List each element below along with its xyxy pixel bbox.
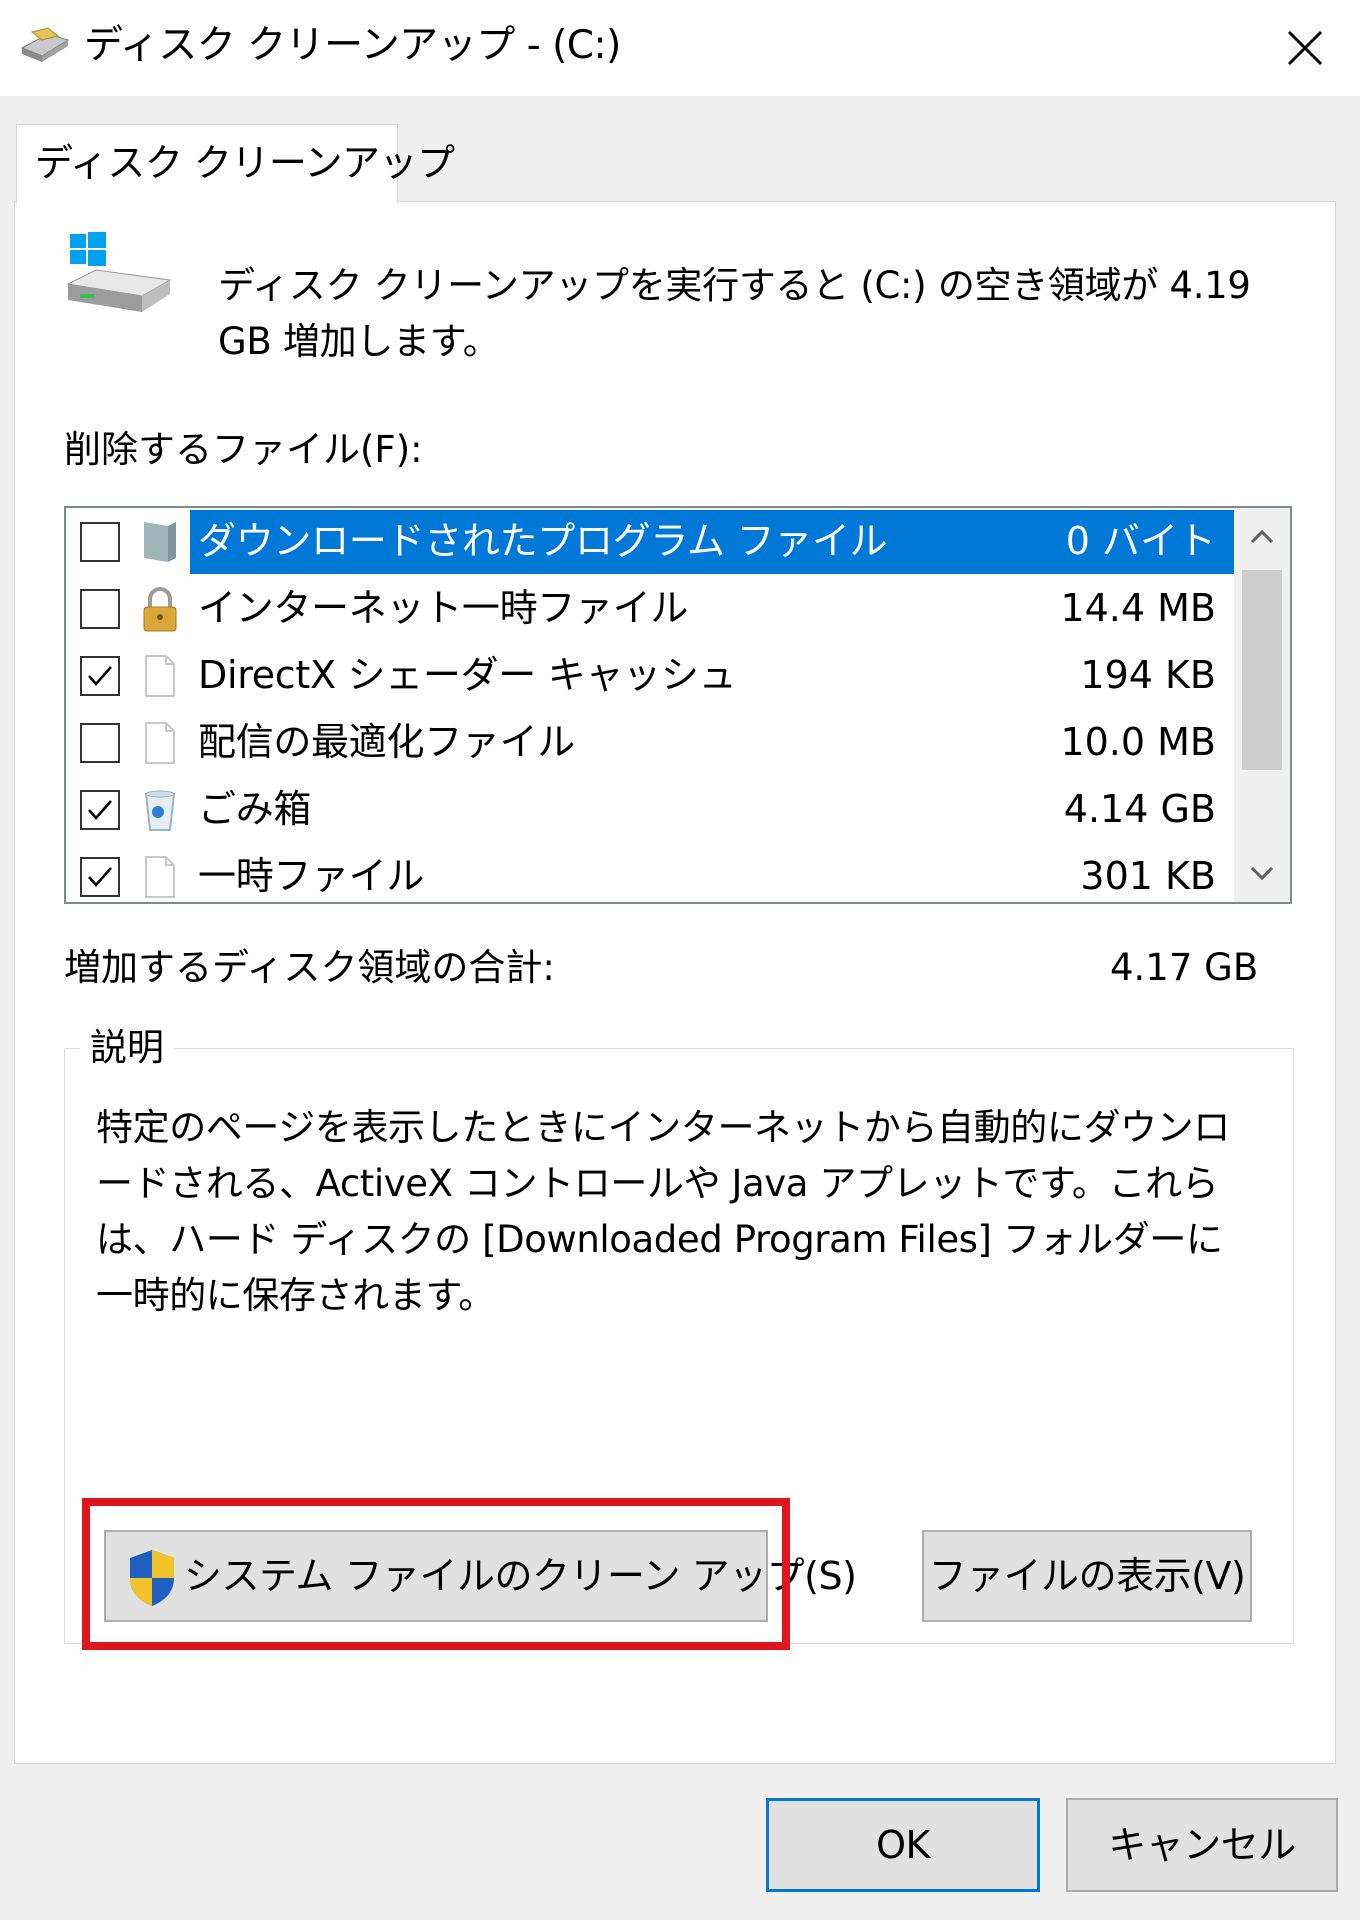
file-icon [145, 722, 175, 764]
lock-icon [143, 587, 177, 632]
checkbox[interactable] [80, 857, 120, 897]
cancel-button[interactable]: キャンセル [1066, 1798, 1338, 1892]
list-item-name: 一時ファイル [198, 854, 425, 898]
checkbox[interactable] [80, 522, 120, 562]
list-item[interactable]: ごみ箱 4.14 GB [66, 776, 1236, 843]
list-item-name: ごみ箱 [198, 787, 312, 831]
checkbox[interactable] [80, 656, 120, 696]
folder-icon [144, 522, 176, 562]
total-space-value: 4.17 GB [1110, 946, 1259, 989]
checkbox[interactable] [80, 723, 120, 763]
title-bar: ディスク クリーンアップ - (C:) [0, 0, 1360, 96]
list-item-size: 301 KB [1080, 854, 1216, 898]
vertical-scrollbar[interactable] [1234, 508, 1290, 902]
chevron-down-icon [1250, 866, 1274, 881]
list-item-name: インターネット一時ファイル [198, 586, 689, 630]
recycle-bin-icon [144, 790, 176, 831]
scroll-down-button[interactable] [1234, 846, 1290, 902]
files-to-delete-label: 削除するファイル(F): [64, 428, 423, 471]
disk-cleanup-icon [20, 27, 70, 62]
total-space-label: 増加するディスク領域の合計: [64, 946, 555, 989]
window-title: ディスク クリーンアップ - (C:) [84, 23, 621, 68]
description-title: 説明 [80, 1022, 174, 1074]
list-item-size: 4.14 GB [1063, 787, 1216, 831]
list-item-size: 0 バイト [1065, 519, 1216, 563]
files-listbox[interactable]: ダウンロードされたプログラム ファイル 0 バイト インターネット一時ファイル … [64, 506, 1292, 904]
checkmark-icon [88, 800, 112, 820]
drive-icon [66, 232, 172, 312]
description-text: 特定のページを表示したときにインターネットから自動的にダウンロードされる、Act… [96, 1106, 1230, 1317]
list-item-name: ダウンロードされたプログラム ファイル [198, 519, 888, 563]
list-item-size: 194 KB [1080, 653, 1216, 697]
scroll-thumb[interactable] [1242, 570, 1282, 770]
chevron-up-icon [1250, 529, 1274, 544]
close-button[interactable] [1250, 0, 1360, 96]
checkbox[interactable] [80, 790, 120, 830]
list-item[interactable]: ダウンロードされたプログラム ファイル 0 バイト [66, 508, 1236, 575]
list-item-name: DirectX シェーダー キャッシュ [198, 653, 737, 697]
checkmark-icon [88, 666, 112, 686]
list-item-size: 10.0 MB [1060, 720, 1216, 764]
ok-button[interactable]: OK [766, 1798, 1040, 1892]
scroll-up-button[interactable] [1234, 508, 1290, 564]
file-icon [145, 655, 175, 697]
list-item[interactable]: DirectX シェーダー キャッシュ 194 KB [66, 642, 1236, 709]
close-icon [1287, 30, 1323, 66]
file-icon [145, 856, 175, 898]
annotation-highlight-box [82, 1498, 790, 1650]
list-item[interactable]: インターネット一時ファイル 14.4 MB [66, 575, 1236, 642]
tab-disk-cleanup[interactable]: ディスク クリーンアップ [16, 124, 455, 203]
checkmark-icon [88, 867, 112, 887]
tab-label: ディスク クリーンアップ [35, 141, 455, 185]
list-item-size: 14.4 MB [1060, 586, 1216, 630]
cleanup-summary-text: ディスク クリーンアップを実行すると (C:) の空き領域が 4.19 GB 増… [218, 264, 1251, 363]
list-item[interactable]: 一時ファイル 301 KB [66, 843, 1236, 902]
list-item[interactable]: 配信の最適化ファイル 10.0 MB [66, 709, 1236, 776]
view-files-button[interactable]: ファイルの表示(V) [922, 1530, 1252, 1622]
checkbox[interactable] [80, 589, 120, 629]
list-item-name: 配信の最適化ファイル [198, 720, 576, 764]
